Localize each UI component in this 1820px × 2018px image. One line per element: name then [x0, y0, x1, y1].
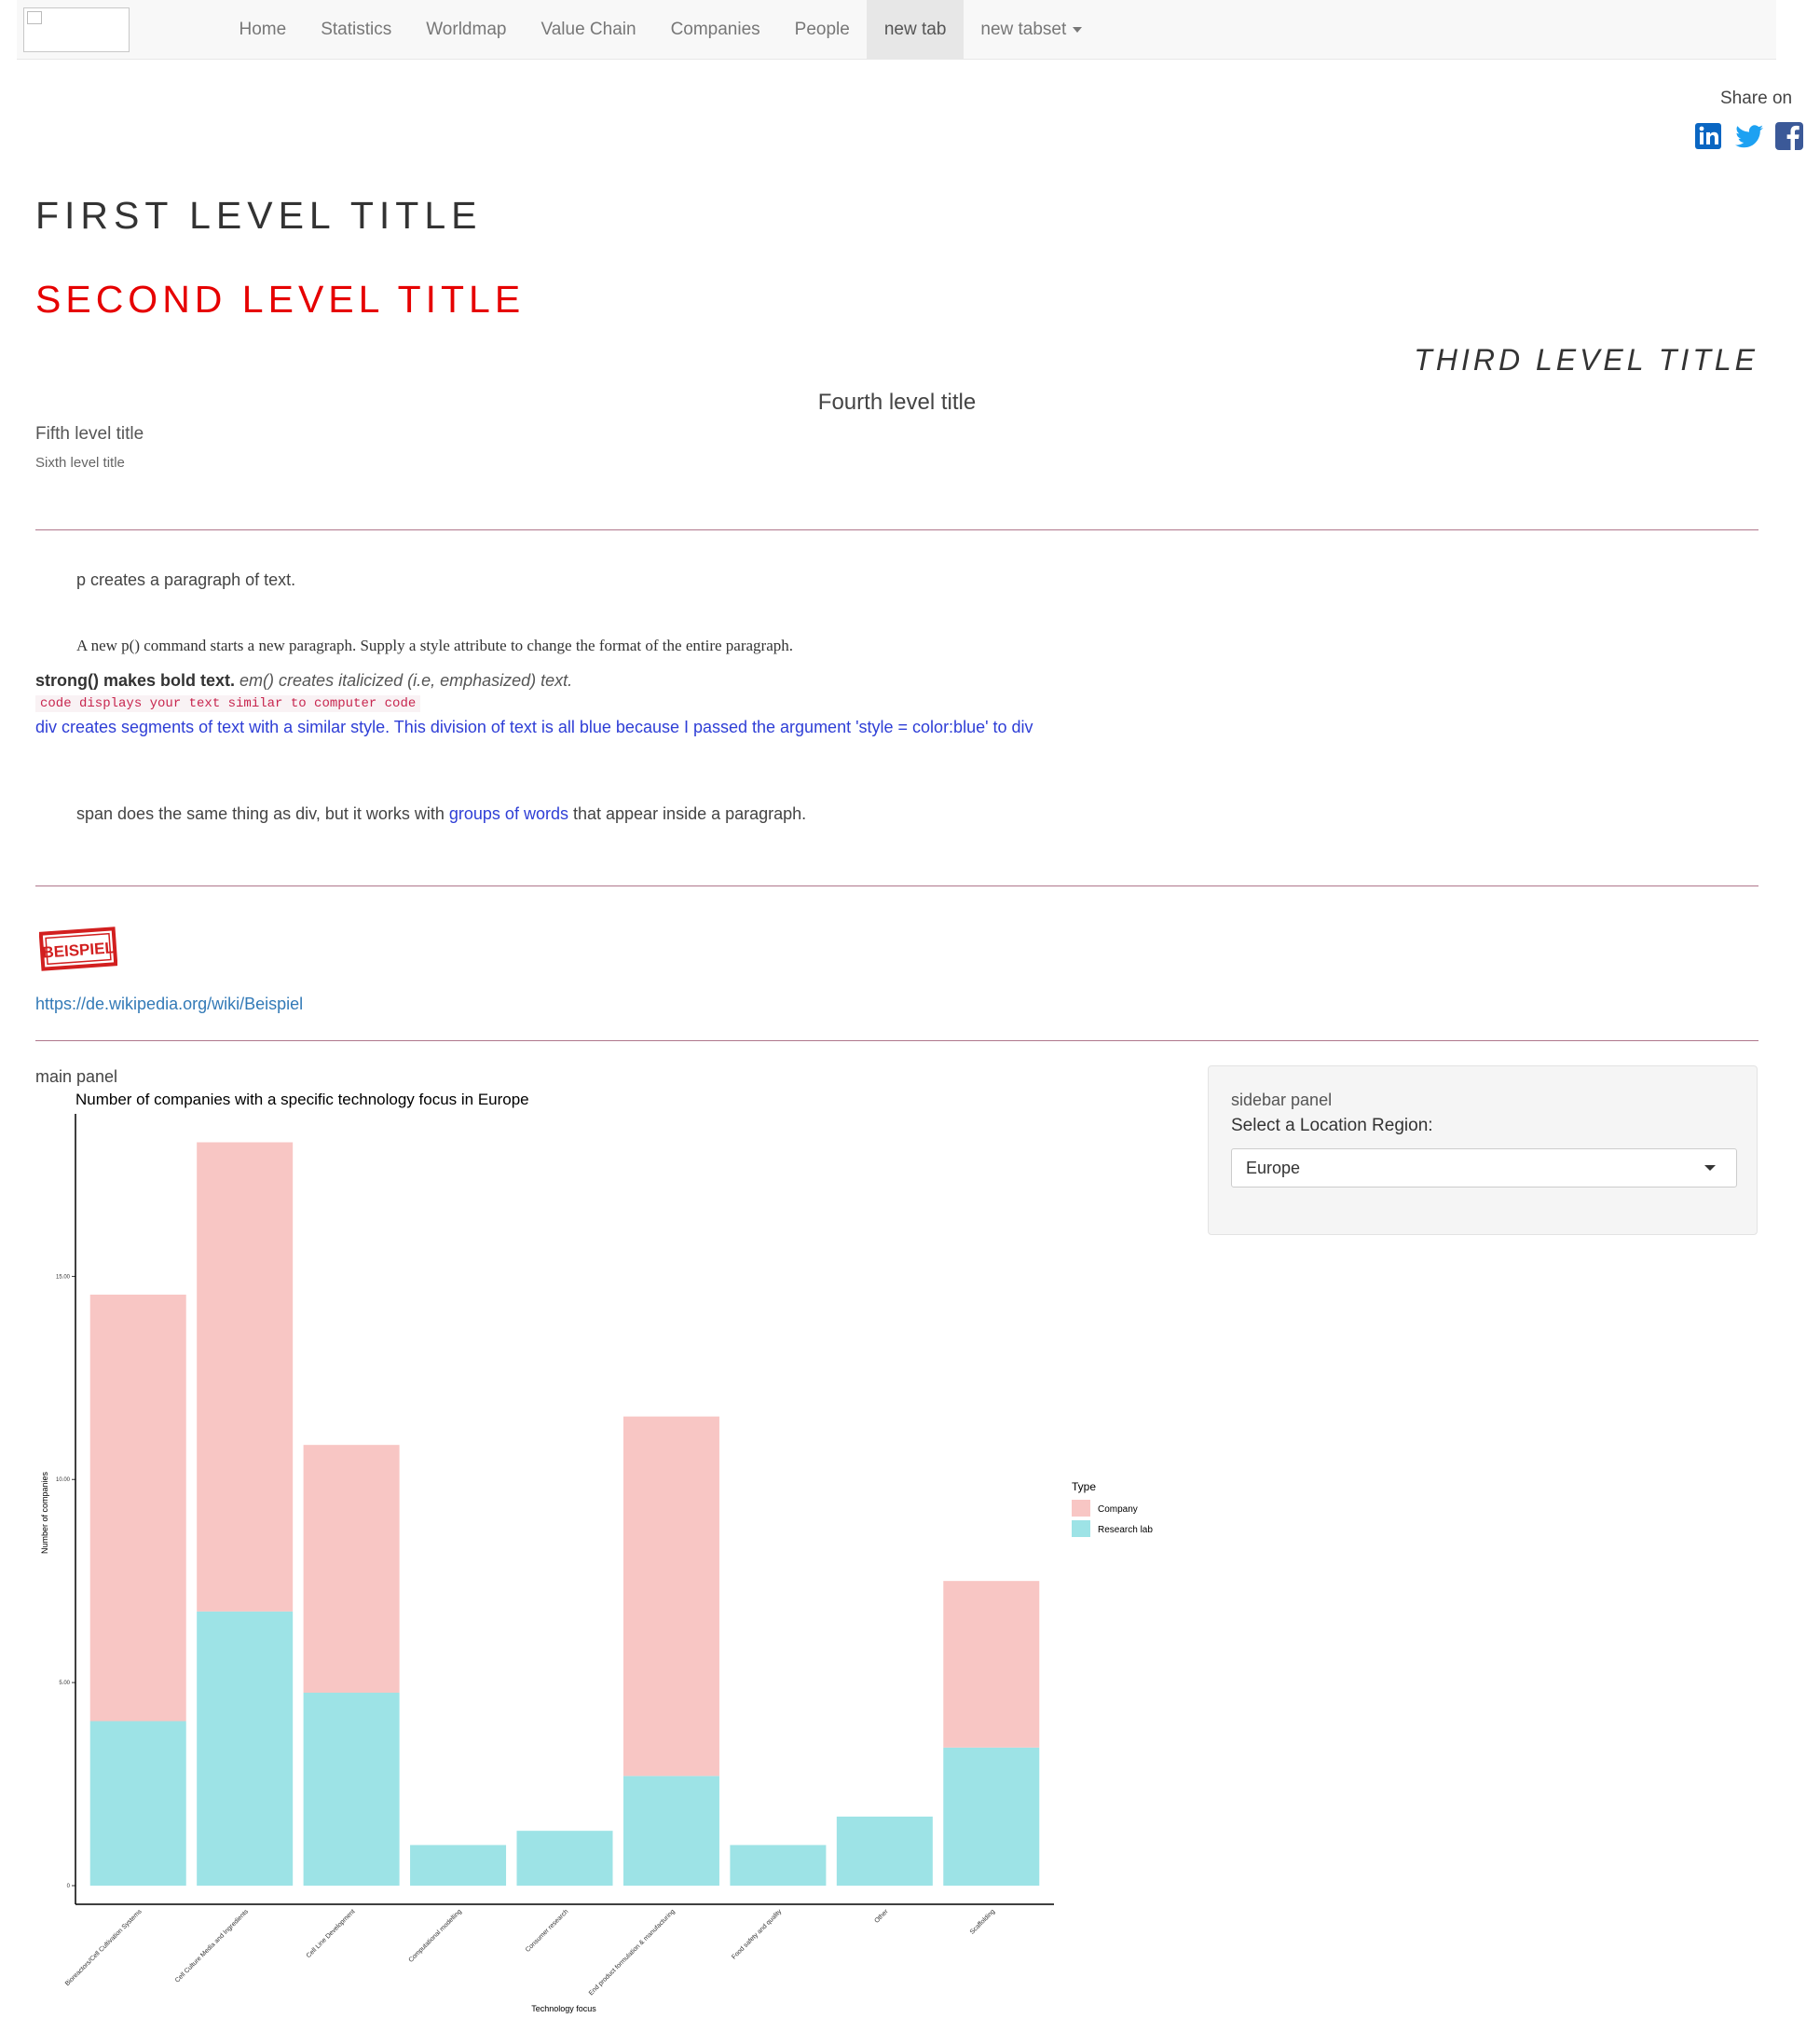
sidebar-panel: sidebar panel Select a Location Region: … — [1208, 1065, 1758, 1235]
x-tick-label: Cell Line Development — [306, 1908, 357, 1959]
fourth-level-title: Fourth level title — [817, 390, 977, 415]
bar-research-lab-2 — [303, 1693, 400, 1886]
bar-research-lab-5 — [623, 1776, 719, 1886]
tab-value-chain[interactable]: Value Chain — [524, 0, 653, 59]
x-axis-label: Technology focus — [531, 2004, 596, 2013]
tab-new-tabset[interactable]: new tabset — [964, 0, 1100, 59]
bar-company-0 — [89, 1294, 186, 1722]
facebook-icon[interactable] — [1774, 121, 1804, 151]
x-tick-label: Consumer research — [525, 1908, 569, 1953]
x-tick-label: End product formulation & manufacturing — [588, 1908, 677, 1997]
broken-image-icon — [27, 11, 42, 24]
sixth-level-title: Sixth level title — [35, 455, 125, 471]
divider — [35, 1040, 1758, 1041]
first-level-title: FIRST LEVEL TITLE — [35, 194, 483, 237]
bars — [89, 1142, 1040, 1886]
location-region-select[interactable]: Europe — [1231, 1148, 1737, 1187]
x-tick-label: Scaffolding — [969, 1908, 996, 1935]
divider — [35, 529, 1758, 530]
bar-research-lab-0 — [89, 1721, 186, 1886]
y-axis-ticks: 0 5.00 10.00 15.00 — [56, 1274, 75, 1889]
bar-company-2 — [303, 1445, 400, 1693]
x-axis-tick-labels: Bioreactors/Cell Cultivation Systems Cell… — [64, 1908, 996, 1997]
linkedin-icon[interactable] — [1694, 121, 1724, 151]
technology-focus-chart: Number of companies with a specific tech… — [40, 1091, 1153, 2013]
y-tick-label: 5.00 — [59, 1681, 70, 1686]
navbar: Home Statistics Worldmap Value Chain Com… — [17, 0, 1776, 60]
main-panel-label: main panel — [35, 1067, 118, 1086]
bar-research-lab-8 — [943, 1747, 1040, 1886]
tab-companies[interactable]: Companies — [653, 0, 777, 59]
nav-tabs: Home Statistics Worldmap Value Chain Com… — [222, 0, 1100, 59]
third-level-title: THIRD LEVEL TITLE — [1414, 343, 1758, 377]
bar-research-lab-1 — [197, 1611, 294, 1886]
x-tick-label: Cell Culture Media and Ingredients — [174, 1908, 251, 1984]
caret-down-icon — [1704, 1165, 1716, 1171]
bar-research-lab-4 — [516, 1831, 613, 1886]
bar-company-8 — [943, 1581, 1040, 1748]
legend-title: Type — [1072, 1480, 1096, 1493]
bar-research-lab-3 — [410, 1845, 507, 1886]
second-level-title: SECOND LEVEL TITLE — [35, 278, 526, 321]
paragraph-1: p creates a paragraph of text. — [76, 570, 296, 589]
span-blue-text: groups of words — [448, 804, 568, 823]
legend-swatch-research-lab — [1072, 1520, 1090, 1537]
bar-company-5 — [623, 1416, 719, 1777]
bar-company-1 — [197, 1142, 294, 1612]
tab-worldmap[interactable]: Worldmap — [409, 0, 524, 59]
em-text: em() creates italicized (i.e, emphasized… — [239, 671, 573, 690]
share-label: Share on — [1720, 89, 1793, 108]
span-paragraph: span does the same thing as div, but it … — [76, 804, 806, 824]
x-tick-label: Bioreactors/Cell Cultivation Systems — [64, 1908, 144, 1987]
bar-research-lab-7 — [836, 1816, 933, 1886]
y-tick-label: 10.00 — [56, 1477, 71, 1483]
strong-em-line: strong() makes bold text. em() creates i… — [35, 671, 572, 691]
wikipedia-link[interactable]: https://de.wikipedia.org/wiki/Beispiel — [35, 995, 303, 1014]
bar-research-lab-6 — [730, 1845, 827, 1886]
brand-logo[interactable] — [23, 7, 130, 52]
stamp-text: BEISPIEL — [42, 939, 116, 961]
strong-text: strong() makes bold text. — [35, 671, 236, 690]
tab-new-tabset-label: new tabset — [980, 20, 1067, 39]
beispiel-stamp-image: BEISPIEL — [39, 927, 117, 971]
x-tick-label: Computational modelling — [408, 1908, 464, 1964]
x-tick-label: Food safety and quality — [731, 1908, 783, 1960]
code-text: code displays your text similar to compu… — [35, 695, 421, 712]
tab-people[interactable]: People — [777, 0, 867, 59]
tab-statistics[interactable]: Statistics — [304, 0, 409, 59]
share-icons — [1694, 121, 1804, 151]
legend: Type Company Research lab — [1072, 1480, 1153, 1537]
y-tick-label: 15.00 — [56, 1274, 71, 1280]
tab-home[interactable]: Home — [222, 0, 304, 59]
span-text-before: span does the same thing as div, but it … — [76, 804, 445, 823]
span-text-after: that appear inside a paragraph. — [572, 804, 807, 823]
legend-label-company: Company — [1098, 1504, 1138, 1515]
caret-down-icon — [1073, 26, 1083, 33]
location-select-label: Select a Location Region: — [1231, 1116, 1433, 1135]
chart-title: Number of companies with a specific tech… — [75, 1091, 529, 1108]
x-tick-label: Other — [873, 1908, 890, 1925]
sidebar-panel-label: sidebar panel — [1231, 1091, 1333, 1109]
legend-swatch-company — [1072, 1500, 1090, 1517]
legend-label-research-lab: Research lab — [1098, 1525, 1153, 1535]
blue-div-text: div creates segments of text with a simi… — [35, 718, 1033, 736]
divider — [35, 885, 1758, 886]
tab-new-tab[interactable]: new tab — [867, 0, 964, 59]
location-region-value: Europe — [1246, 1159, 1301, 1177]
y-tick-label: 0 — [67, 1884, 71, 1889]
paragraph-2: A new p() command starts a new paragraph… — [76, 637, 793, 654]
twitter-icon[interactable] — [1733, 121, 1765, 151]
y-axis-label: Number of companies — [40, 1471, 49, 1554]
fifth-level-title: Fifth level title — [35, 424, 144, 444]
